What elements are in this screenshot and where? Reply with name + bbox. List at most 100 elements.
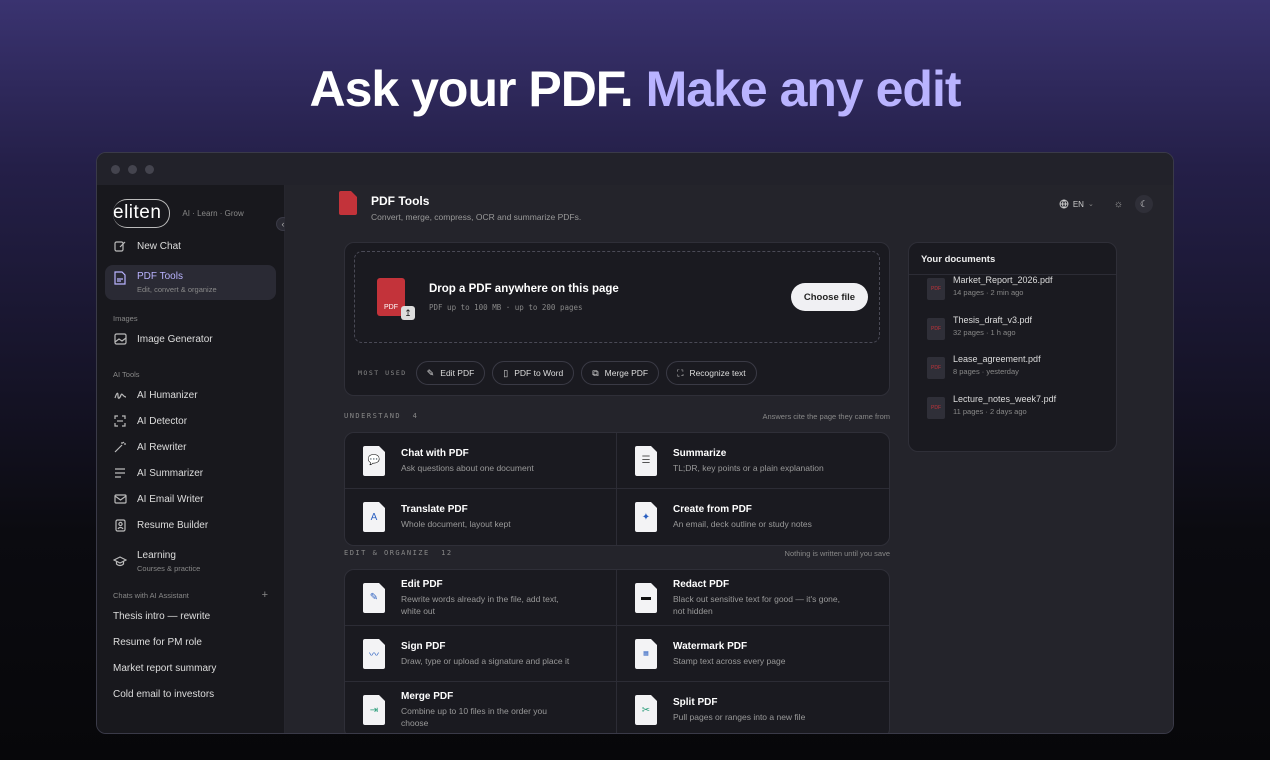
window-maximize-dot[interactable]: [145, 164, 154, 174]
tool-chat-with-pdf[interactable]: 💬 Chat with PDF Ask questions about one d…: [345, 433, 617, 489]
understand-section-note: Answers cite the page they came from: [762, 412, 890, 421]
headline: Ask your PDF. Make any edit: [0, 60, 1270, 118]
tool-sign-pdf[interactable]: 〰 Sign PDF Draw, type or upload a signatu…: [345, 626, 617, 682]
scan-icon: [113, 414, 127, 428]
page-header: PDF Tools Convert, merge, compress, OCR …: [339, 191, 581, 222]
tool-watermark-pdf[interactable]: ▦ Watermark PDF Stamp text across every p…: [617, 626, 889, 682]
mail-icon: [113, 492, 127, 506]
window-close-dot[interactable]: [111, 164, 120, 174]
sidebar-item-ai-rewriter[interactable]: AI Rewriter: [97, 434, 284, 460]
ai-detector-label: AI Detector: [137, 415, 188, 427]
tool-redact-pdf[interactable]: ▬ Redact PDF Black out sensitive text for…: [617, 570, 889, 626]
header-controls: EN ⌄ ☼ ☾: [1059, 195, 1153, 213]
chip-pdf-to-word[interactable]: ▯ PDF to Word: [492, 361, 575, 385]
understand-tools-grid: 💬 Chat with PDF Ask questions about one d…: [344, 432, 890, 546]
page-subtitle: Convert, merge, compress, OCR and summar…: [371, 212, 582, 222]
language-selector[interactable]: EN ⌄: [1059, 199, 1094, 209]
language-label: EN: [1072, 199, 1084, 209]
sidebar-item-learning[interactable]: Learning Courses & practice: [97, 544, 284, 579]
edit-section-header: EDIT & ORGANIZE 12 Nothing is written un…: [344, 549, 890, 558]
most-used-label: MOST USED: [358, 369, 407, 377]
sparkle-doc-icon: ✦: [635, 502, 657, 532]
sidebar-item-pdf-tools-title: PDF Tools: [137, 271, 183, 282]
understand-section-header: UNDERSTAND 4 Answers cite the page they …: [344, 412, 890, 421]
document-item[interactable]: PDF Lecture_notes_week7.pdf 11 pages · 2 …: [909, 394, 1116, 434]
tool-summarize[interactable]: ☰ Summarize TL;DR, key points or a plain …: [617, 433, 889, 489]
pdf-file-icon: PDF: [927, 396, 945, 419]
drop-zone-limits: PDF up to 100 MB · up to 200 pages: [429, 303, 583, 312]
learning-subtitle: Courses & practice: [137, 564, 201, 573]
tool-merge-pdf[interactable]: ⇥ Merge PDF Combine up to 10 files in the…: [345, 682, 617, 733]
summary-doc-icon: ☰: [635, 445, 657, 476]
pdf-file-icon: PDF: [927, 357, 945, 379]
ai-humanizer-label: AI Humanizer: [137, 389, 198, 401]
ai-email-writer-label: AI Email Writer: [137, 493, 204, 505]
sidebar-item-ai-email-writer[interactable]: AI Email Writer: [97, 486, 284, 512]
translate-doc-icon: A: [363, 502, 385, 532]
document-item[interactable]: PDF Market_Report_2026.pdf 14 pages · 2 m…: [909, 275, 1116, 315]
edit-section-note: Nothing is written until you save: [784, 549, 890, 558]
chats-section-header: Chats with AI Assistant +: [97, 587, 284, 603]
app-window: eliten AI · Learn · Grow ‹ New Chat PDF …: [96, 152, 1174, 734]
watermark-doc-icon: ▦: [635, 638, 657, 669]
dark-mode-button[interactable]: ☾: [1135, 195, 1153, 213]
id-card-icon: [113, 518, 127, 532]
sidebar-item-image-generator[interactable]: Image Generator: [97, 326, 284, 352]
split-doc-icon: ✂: [635, 695, 657, 725]
document-item[interactable]: PDF Thesis_draft_v3.pdf 32 pages · 1 h ag…: [909, 315, 1116, 355]
chip-merge-pdf[interactable]: ⧉ Merge PDF: [581, 361, 660, 385]
sidebar-item-pdf-tools-subtitle: Edit, convert & organize: [137, 285, 217, 294]
chip-recognize-text[interactable]: ⛶ Recognize text: [666, 361, 757, 385]
choose-file-button[interactable]: Choose file: [791, 283, 868, 311]
pencil-doc-icon: ✎: [363, 582, 385, 613]
graduation-cap-icon: [113, 554, 127, 568]
tool-translate-pdf[interactable]: A Translate PDF Whole document, layout ke…: [345, 489, 617, 545]
your-documents-title: Your documents: [909, 243, 1116, 275]
drop-zone-title: Drop a PDF anywhere on this page: [429, 283, 619, 295]
chat-item[interactable]: Cold email to investors: [97, 681, 284, 707]
edit-icon: ✎: [426, 367, 435, 378]
ai-summarizer-label: AI Summarizer: [137, 467, 204, 479]
redact-doc-icon: ▬: [635, 582, 657, 613]
scan-text-icon: ⛶: [677, 367, 684, 378]
light-mode-button[interactable]: ☼: [1114, 199, 1123, 210]
merge-doc-icon: ⇥: [363, 695, 385, 725]
tool-split-pdf[interactable]: ✂ Split PDF Pull pages or ranges into a n…: [617, 682, 889, 733]
sidebar-item-resume-builder[interactable]: Resume Builder: [97, 512, 284, 538]
image-icon: [113, 332, 127, 346]
sidebar-item-pdf-tools[interactable]: PDF Tools Edit, convert & organize: [105, 265, 276, 300]
upload-icon: ↥: [401, 306, 415, 320]
understand-section-label: UNDERSTAND 4: [344, 412, 419, 420]
chip-edit-pdf[interactable]: ✎ Edit PDF: [415, 361, 486, 385]
window-titlebar: [97, 153, 1173, 185]
chat-item[interactable]: Market report summary: [97, 655, 284, 681]
pdf-file-icon: PDF: [927, 278, 945, 300]
tool-edit-pdf[interactable]: ✎ Edit PDF Rewrite words already in the f…: [345, 570, 617, 626]
your-documents-card: Your documents PDF Market_Report_2026.pd…: [908, 242, 1117, 452]
pdf-file-icon: PDF: [927, 317, 945, 340]
chat-doc-icon: 💬: [363, 445, 385, 476]
document-item[interactable]: PDF Lease_agreement.pdf 8 pages · yesterd…: [909, 354, 1116, 394]
add-chat-icon[interactable]: +: [262, 589, 268, 601]
new-chat-button[interactable]: New Chat: [97, 233, 284, 259]
page-title: PDF Tools: [371, 194, 430, 208]
sidebar-item-ai-humanizer[interactable]: AI Humanizer: [97, 382, 284, 408]
drop-zone[interactable]: PDF ↥ Drop a PDF anywhere on this page P…: [354, 251, 880, 343]
images-section-label: Images: [113, 313, 138, 323]
window-minimize-dot[interactable]: [128, 164, 137, 174]
image-generator-label: Image Generator: [137, 333, 213, 345]
headline-accent: Make any edit: [645, 61, 962, 117]
main-content: PDF Tools Convert, merge, compress, OCR …: [285, 185, 1173, 733]
merge-icon: ⧉: [592, 367, 599, 378]
ai-rewriter-label: AI Rewriter: [137, 441, 187, 453]
upload-card: PDF ↥ Drop a PDF anywhere on this page P…: [344, 242, 890, 396]
chats-section-label: Chats with AI Assistant: [113, 590, 189, 600]
sidebar-item-ai-summarizer[interactable]: AI Summarizer: [97, 460, 284, 486]
chat-item[interactable]: Thesis intro — rewrite: [97, 603, 284, 629]
tool-create-from-pdf[interactable]: ✦ Create from PDF An email, deck outline …: [617, 489, 889, 545]
logo-row: eliten AI · Learn · Grow: [97, 185, 284, 233]
chat-item[interactable]: Resume for PM role: [97, 629, 284, 655]
headline-main: Ask your PDF.: [309, 61, 633, 117]
sidebar-item-ai-detector[interactable]: AI Detector: [97, 408, 284, 434]
logo[interactable]: eliten: [113, 198, 171, 228]
